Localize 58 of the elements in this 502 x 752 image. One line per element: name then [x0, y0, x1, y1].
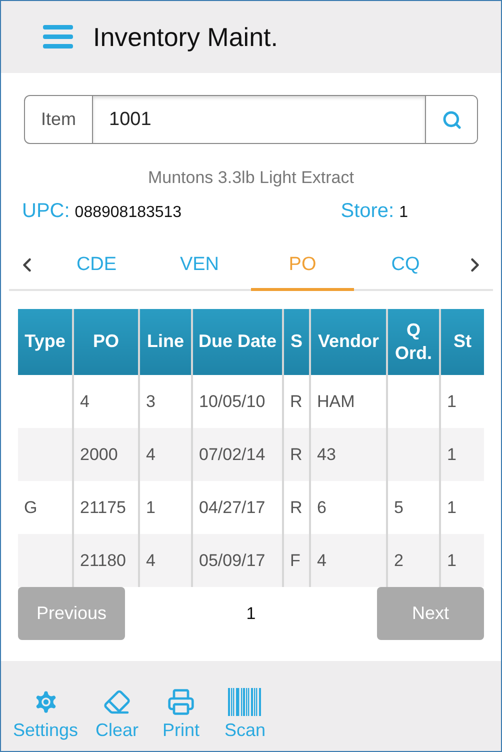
- table-cell: 3: [139, 375, 192, 428]
- toolbar-button[interactable]: Print: [156, 688, 206, 741]
- toolbar-button[interactable]: Settings: [13, 688, 78, 741]
- window-title: Inventory Maint.: [93, 22, 278, 52]
- table-cell: 43: [310, 428, 387, 481]
- table-cell: R: [283, 481, 310, 534]
- column-header: Type: [18, 309, 73, 375]
- store-label: Store:: [340, 200, 394, 223]
- table-cell: 5: [387, 481, 440, 534]
- column-header: S: [283, 309, 310, 375]
- product-name: Muntons 3.3lb Light Extract: [146, 168, 355, 188]
- table-cell: 1: [139, 481, 192, 534]
- table-cell: 2000: [73, 428, 139, 481]
- table-cell: 4: [310, 534, 387, 587]
- table-cell: 4: [139, 534, 192, 587]
- column-header: Due Date: [192, 309, 283, 375]
- table-cell: 07/02/14: [192, 428, 283, 481]
- table-cell: 21180: [73, 534, 139, 587]
- column-header: St: [440, 309, 484, 375]
- eraser-icon: [103, 688, 132, 716]
- table-cell: G: [18, 481, 73, 534]
- table-cell: 10/05/10: [192, 375, 283, 428]
- table-cell: 1: [440, 428, 484, 481]
- toolbar-button[interactable]: Clear: [92, 688, 142, 741]
- tab[interactable]: PO: [251, 241, 354, 291]
- table-cell: 1: [440, 375, 484, 428]
- search-icon: [442, 110, 462, 130]
- next-button[interactable]: Next: [377, 587, 484, 640]
- table-cell: 21175: [73, 481, 139, 534]
- tab[interactable]: CDE: [45, 241, 148, 291]
- table-cell: 1: [440, 481, 484, 534]
- item-search-field[interactable]: Item 1001: [24, 95, 478, 144]
- upc-label: UPC:: [22, 200, 70, 223]
- table-cell: 6: [310, 481, 387, 534]
- table-cell: HAM: [310, 375, 387, 428]
- table-cell: R: [283, 428, 310, 481]
- column-header: Q Ord.: [387, 309, 440, 375]
- table-cell: 05/09/17: [192, 534, 283, 587]
- table-cell: 4: [73, 375, 139, 428]
- table-cell: 4: [139, 428, 192, 481]
- table-cell: 2: [387, 534, 440, 587]
- page-number: 1: [246, 604, 256, 624]
- column-header: PO: [73, 309, 139, 375]
- table-cell: F: [283, 534, 310, 587]
- upc-value: 088908183513: [74, 204, 182, 222]
- printer-icon: [167, 688, 196, 716]
- column-header: Vendor: [310, 309, 387, 375]
- table-cell: 04/27/17: [192, 481, 283, 534]
- search-button[interactable]: [425, 96, 477, 143]
- store-value: 1: [399, 204, 408, 222]
- toolbar-button[interactable]: Scan: [220, 688, 270, 741]
- tab[interactable]: CQ: [354, 241, 457, 291]
- table-cell: R: [283, 375, 310, 428]
- tab[interactable]: VEN: [148, 241, 251, 291]
- previous-button[interactable]: Previous: [18, 587, 125, 640]
- barcode-icon: [228, 688, 262, 716]
- table-cell: 1: [440, 534, 484, 587]
- column-header: Line: [139, 309, 192, 375]
